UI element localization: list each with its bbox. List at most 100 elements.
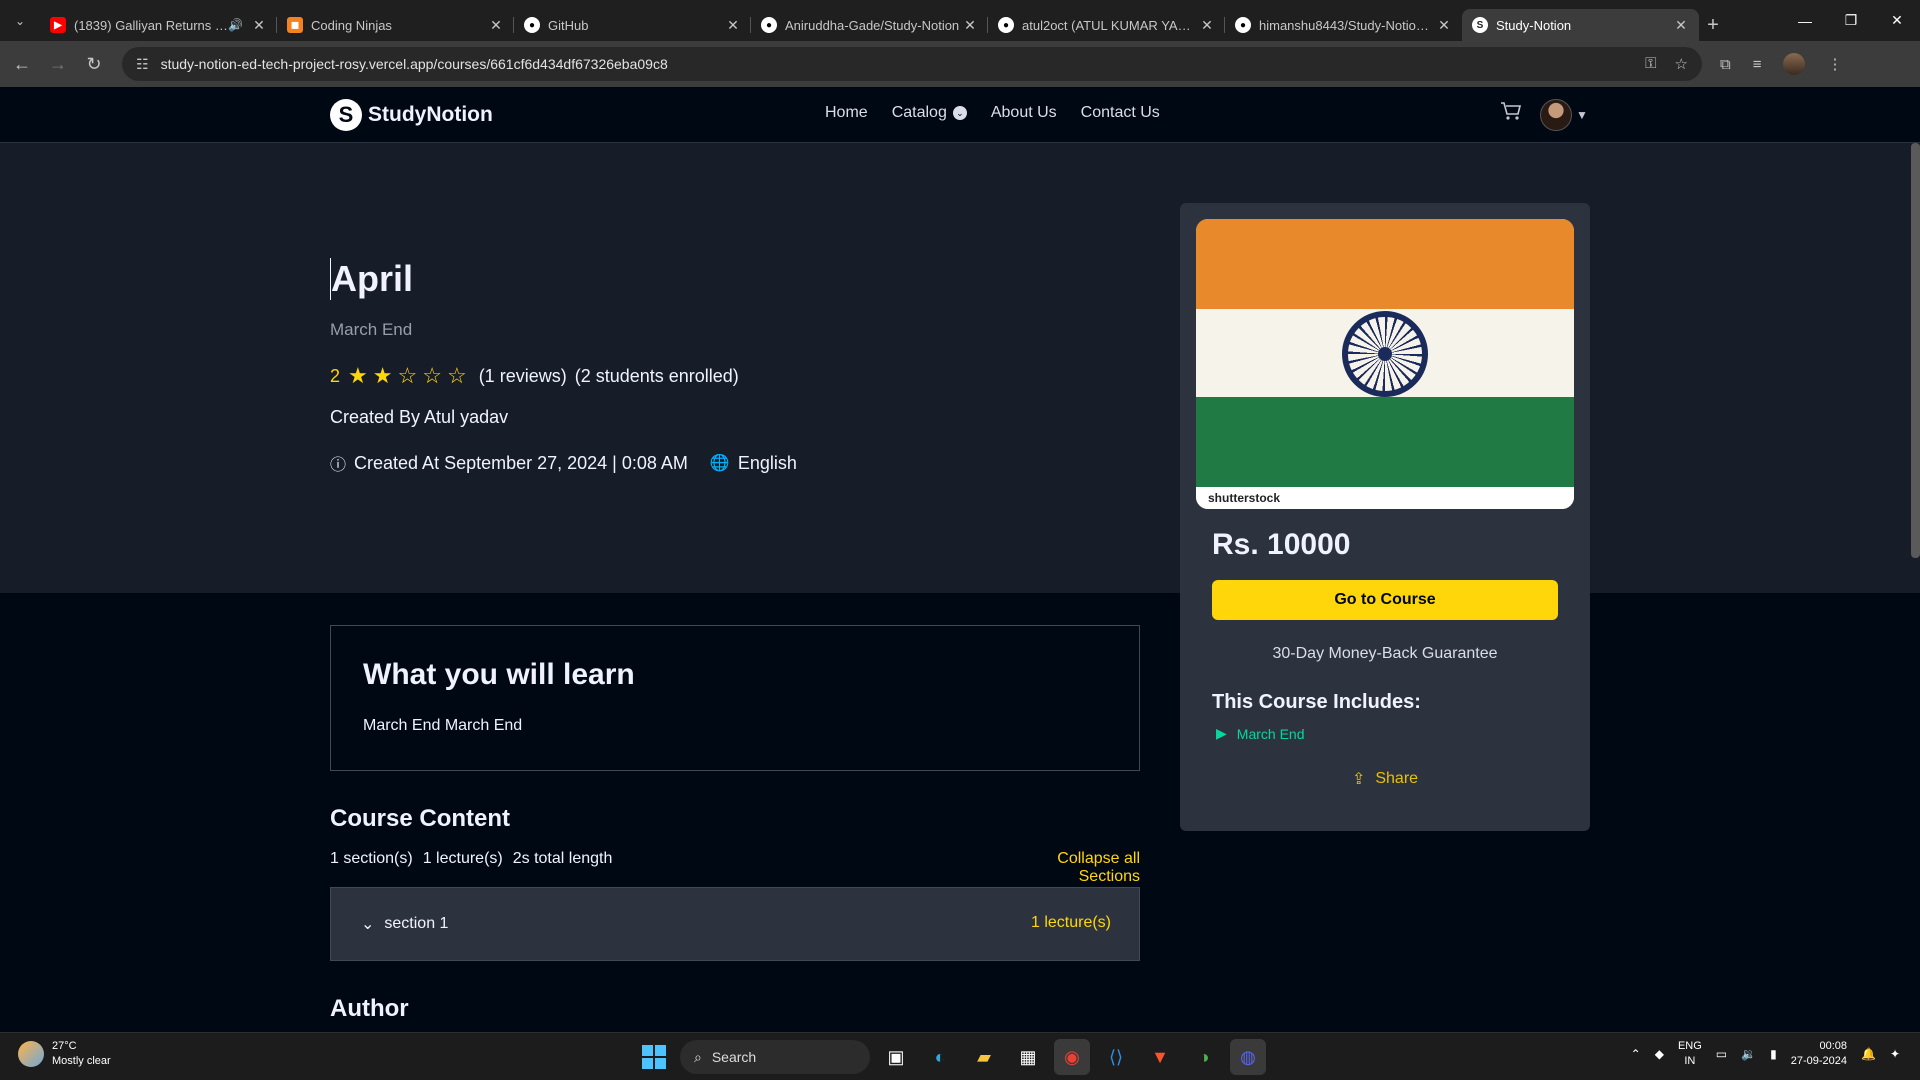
windows-logo-icon (642, 1045, 666, 1069)
collapse-all-sections-button[interactable]: Collapse all Sections (992, 850, 1140, 886)
close-tab-icon[interactable]: ✕ (488, 17, 504, 34)
close-tab-icon[interactable]: ✕ (725, 17, 741, 34)
info-icon: ⓘ (330, 457, 347, 474)
close-tab-icon[interactable]: ✕ (962, 17, 978, 34)
browser-tab[interactable]: ● atul2oct (ATUL KUMAR YADAV) ✕ (988, 9, 1225, 41)
brave-icon[interactable]: ▼ (1142, 1039, 1178, 1075)
browser-menu-icon[interactable]: ⋮ (1827, 55, 1842, 73)
extensions-icon[interactable]: ⧉ (1720, 56, 1731, 73)
cart-svg (1501, 102, 1522, 120)
edge-icon[interactable]: ◐ (922, 1039, 958, 1075)
nav-link-about[interactable]: About Us (991, 104, 1057, 122)
tray-app-icon[interactable]: ◆ (1655, 1047, 1664, 1061)
battery-icon[interactable]: ▮ (1770, 1047, 1777, 1061)
nav-link-catalog[interactable]: Catalog ⌄ (892, 104, 967, 122)
page-scrollbar[interactable] (1911, 143, 1920, 558)
start-button[interactable] (636, 1039, 672, 1075)
nav-links: Home Catalog ⌄ About Us Contact Us (825, 104, 1160, 122)
course-subtitle: March End (330, 320, 413, 339)
nav-link-contact[interactable]: Contact Us (1081, 104, 1160, 122)
close-tab-icon[interactable]: ✕ (1436, 17, 1452, 34)
course-price: Rs. 10000 (1212, 528, 1351, 561)
site-navbar: S StudyNotion Home Catalog ⌄ About Us Co… (0, 87, 1920, 143)
tab-title: Coding Ninjas (311, 17, 392, 33)
notification-bell-icon[interactable]: 🔔 (1861, 1047, 1876, 1061)
network-icon[interactable]: ▭ (1716, 1047, 1727, 1061)
tray-overflow-icon[interactable]: ⌃ (1631, 1047, 1641, 1061)
logo-text: StudyNotion (368, 103, 493, 126)
temperature: 27°C (52, 1040, 77, 1052)
reload-icon[interactable]: ↻ (76, 54, 112, 75)
go-to-course-button[interactable]: Go to Course (1212, 580, 1558, 620)
github-icon: ● (1235, 17, 1251, 33)
learn-title: What you will learn (363, 658, 635, 691)
site-logo[interactable]: S StudyNotion (330, 99, 493, 131)
tab-title: GitHub (548, 17, 589, 33)
close-tab-icon[interactable]: ✕ (1673, 17, 1689, 34)
new-tab-button[interactable]: + (1699, 14, 1727, 37)
share-button[interactable]: ⇪ Share (1180, 769, 1590, 789)
browser-tab[interactable]: ● GitHub ✕ (514, 9, 751, 41)
includes-item-label: March End (1236, 725, 1305, 742)
github-icon: ● (524, 17, 540, 33)
back-icon[interactable]: ← (4, 54, 40, 75)
task-view-icon[interactable]: ▣ (878, 1039, 914, 1075)
browser-tab[interactable]: ● Aniruddha-Gade/Study-Notion ✕ (751, 9, 988, 41)
close-tab-icon[interactable]: ✕ (1199, 17, 1215, 34)
browser-tab[interactable]: ◼ Coding Ninjas ✕ (277, 9, 514, 41)
weather-widget[interactable]: 27°C Mostly clear (18, 1039, 111, 1069)
region-code: IN (1684, 1055, 1696, 1067)
created-by: Created By Atul yadav (330, 407, 509, 427)
media-controls-icon[interactable]: ≡ (1753, 56, 1762, 73)
vscode-icon[interactable]: ⟨⟩ (1098, 1039, 1134, 1075)
taskbar-apps: ⌕ Search ▣ ◐ ▰ ▦ ◉ ⟨⟩ ▼ ◑ ◍ (636, 1039, 1266, 1075)
bookmark-star-icon[interactable]: ☆ (1675, 55, 1688, 73)
password-key-icon[interactable]: ⚿ (1645, 55, 1656, 73)
tab-title: Study-Notion (1496, 17, 1572, 33)
lectures-count: 1 lecture(s) (422, 850, 503, 867)
search-label: Search (711, 1049, 757, 1065)
caret-down-icon: ▼ (1576, 108, 1588, 122)
file-explorer-icon[interactable]: ▰ (966, 1039, 1002, 1075)
url-text[interactable]: study-notion-ed-tech-project-rosy.vercel… (161, 56, 1646, 72)
chevron-down-icon: ⌄ (952, 106, 967, 120)
section-accordion[interactable]: ⌄ section 1 1 lecture(s) (330, 887, 1140, 961)
edge-dev-icon[interactable]: ◑ (1186, 1039, 1222, 1075)
tab-title: (1839) Galliyan Returns Full (74, 17, 229, 33)
browser-profile-avatar[interactable] (1783, 53, 1806, 75)
tab-title: Aniruddha-Gade/Study-Notion (785, 17, 960, 33)
copilot-icon[interactable]: ✦ (1890, 1047, 1900, 1061)
includes-title: This Course Includes: (1212, 691, 1421, 713)
address-bar[interactable]: ☷ study-notion-ed-tech-project-rosy.verc… (122, 47, 1702, 81)
star-filled-icon: ★ (372, 363, 393, 388)
cart-icon[interactable] (1500, 101, 1522, 127)
volume-icon[interactable]: 🔉 (1741, 1047, 1756, 1061)
close-window-icon[interactable]: ✕ (1874, 0, 1920, 41)
speaker-icon[interactable]: 🔊 (228, 18, 243, 32)
tab-search-button[interactable]: ⌄ (0, 0, 40, 41)
profile-dropdown[interactable]: ▼ (1540, 99, 1588, 131)
course-hero: April March End 2 ★ ★ ☆ ☆ ☆ (1 reviews) … (0, 143, 1920, 593)
taskbar-search[interactable]: ⌕ Search (680, 1040, 870, 1074)
chrome-icon[interactable]: ◉ (1054, 1039, 1090, 1075)
tab-title: atul2oct (ATUL KUMAR YADAV) (1022, 17, 1199, 33)
money-back-guarantee: 30-Day Money-Back Guarantee (1272, 645, 1498, 662)
browser-toolbar: ← → ↻ ☷ study-notion-ed-tech-project-ros… (0, 41, 1920, 87)
store-icon[interactable]: ▦ (1010, 1039, 1046, 1075)
star-empty-icon: ☆ (397, 363, 418, 388)
browser-tab-active[interactable]: S Study-Notion ✕ (1462, 9, 1699, 41)
discord-icon[interactable]: ◍ (1230, 1039, 1266, 1075)
browser-tab[interactable]: ● himanshu8443/Study-Notion-m ✕ (1225, 9, 1462, 41)
globe-icon: 🌐 (709, 455, 730, 472)
restore-icon[interactable]: ❐ (1828, 0, 1874, 41)
nav-link-home[interactable]: Home (825, 104, 868, 122)
forward-icon[interactable]: → (40, 54, 76, 75)
what-you-will-learn: What you will learn March End March End (330, 625, 1140, 771)
browser-tab[interactable]: ▶ (1839) Galliyan Returns Full 🔊 ✕ (40, 9, 277, 41)
clock[interactable]: 00:08 27-09-2024 (1791, 1039, 1847, 1069)
language-indicator[interactable]: ENG IN (1678, 1039, 1702, 1069)
catalog-label: Catalog (891, 104, 947, 121)
site-info-icon[interactable]: ☷ (136, 56, 149, 73)
close-tab-icon[interactable]: ✕ (251, 17, 267, 34)
minimize-icon[interactable]: — (1782, 0, 1828, 41)
